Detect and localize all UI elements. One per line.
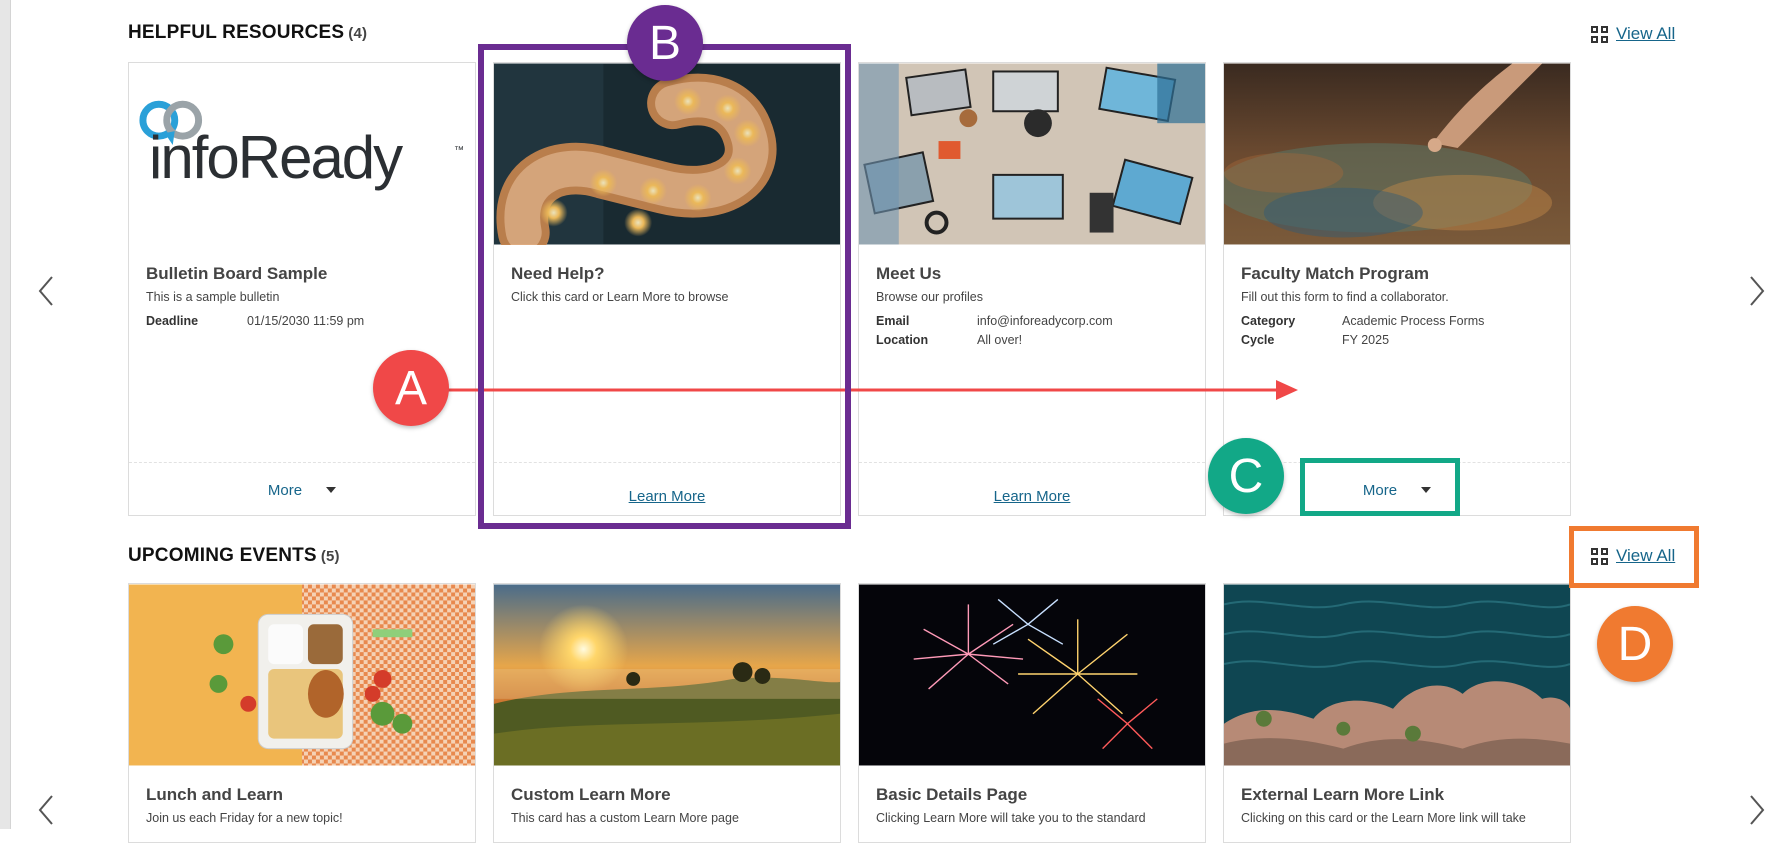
- meta-value: FY 2025: [1342, 333, 1390, 347]
- card-meta-row: Category Academic Process Forms: [1241, 314, 1484, 328]
- card-description: Browse our profiles: [876, 290, 983, 304]
- logo-text: infoReady: [149, 124, 403, 191]
- event-card-custom-learn-more[interactable]: Custom Learn More This card has a custom…: [493, 583, 841, 843]
- annotation-b-highlight-box: [478, 44, 851, 529]
- meta-key: Cycle: [1241, 333, 1275, 347]
- meta-key: Category: [1241, 314, 1296, 328]
- card-title: Custom Learn More: [511, 785, 671, 804]
- card-footer: More: [129, 463, 475, 515]
- resources-next-button[interactable]: [1741, 271, 1771, 311]
- meta-value: Academic Process Forms: [1342, 314, 1485, 328]
- meta-value: 01/15/2030 11:59 pm: [247, 314, 365, 328]
- resources-view-all-label: View All: [1616, 24, 1676, 43]
- caret-down-icon: [326, 487, 337, 493]
- card-title: Bulletin Board Sample: [146, 264, 328, 283]
- events-prev-button[interactable]: [32, 790, 62, 830]
- desk-laptops-image: [859, 63, 1205, 245]
- puzzle-image: [1224, 63, 1570, 245]
- card-title: Faculty Match Program: [1241, 264, 1429, 283]
- events-section-title: UPCOMING EVENTS (5): [128, 545, 340, 567]
- chevron-right-icon: [1750, 276, 1765, 306]
- resources-prev-button[interactable]: [32, 271, 62, 311]
- card-footer: Learn More: [859, 463, 1205, 515]
- card-meta-row: Location All over!: [876, 333, 1022, 347]
- card-description: Join us each Friday for a new topic!: [146, 811, 343, 825]
- card-title: Lunch and Learn: [146, 785, 283, 804]
- card-meta-row: Cycle FY 2025: [1241, 333, 1389, 347]
- annotation-b-label: B: [648, 16, 681, 70]
- card-description: Clicking on this card or the Learn More …: [1241, 811, 1526, 825]
- card-description: This is a sample bulletin: [146, 290, 280, 304]
- card-title: External Learn More Link: [1241, 785, 1445, 804]
- card-title: Meet Us: [876, 264, 942, 283]
- card-description: Fill out this form to find a collaborato…: [1241, 290, 1449, 304]
- card-title: Basic Details Page: [876, 785, 1028, 804]
- event-card-basic-details[interactable]: Basic Details Page Clicking Learn More w…: [858, 583, 1206, 843]
- annotation-b-badge: B: [627, 5, 703, 81]
- events-next-button[interactable]: [1741, 790, 1771, 830]
- events-count: (5): [320, 548, 340, 565]
- learn-more-link[interactable]: Learn More: [994, 488, 1071, 505]
- grid-icon: [1591, 25, 1608, 43]
- card-image-desk: [859, 63, 1205, 245]
- annotation-d-label: D: [1617, 617, 1653, 671]
- card-meta-row: Deadline 01/15/2030 11:59 pm: [146, 314, 364, 328]
- rocky-coast-image: [1224, 584, 1570, 766]
- annotation-c-badge: C: [1208, 438, 1284, 514]
- card-image-fireworks: [859, 584, 1205, 766]
- annotation-a-badge: A: [373, 350, 449, 426]
- card-description: Clicking Learn More will take you to the…: [876, 811, 1146, 825]
- card-logo-image: infoReady ™: [129, 63, 475, 245]
- food-tray-image: [129, 584, 475, 766]
- meta-value: info@inforeadycorp.com: [977, 314, 1113, 328]
- resource-card-faculty-match[interactable]: Faculty Match Program Fill out this form…: [1223, 62, 1571, 516]
- chevron-left-icon: [38, 795, 53, 825]
- chevron-right-icon: [1750, 795, 1765, 825]
- resource-card-bulletin[interactable]: infoReady ™ Bulletin Board Sample This i…: [128, 62, 476, 516]
- more-label: More: [267, 481, 303, 499]
- chevron-left-icon: [38, 276, 53, 306]
- logo-trademark: ™: [454, 145, 464, 156]
- card-description: This card has a custom Learn More page: [511, 811, 739, 825]
- meta-key: Email: [876, 314, 910, 328]
- event-card-lunch[interactable]: Lunch and Learn Join us each Friday for …: [128, 583, 476, 843]
- meta-key: Deadline: [146, 314, 199, 328]
- resources-count: (4): [348, 25, 368, 42]
- more-dropdown-button[interactable]: More: [267, 481, 337, 499]
- card-image-coast: [1224, 584, 1570, 766]
- card-image-food: [129, 584, 475, 766]
- card-meta-row: Email info@inforeadycorp.com: [876, 314, 1113, 328]
- sunset-image: [494, 584, 840, 766]
- left-edge-bar: [0, 0, 11, 829]
- resources-title-text: HELPFUL RESOURCES: [128, 22, 345, 43]
- events-title-text: UPCOMING EVENTS: [128, 545, 317, 566]
- annotation-c-highlight-box: [1300, 458, 1460, 516]
- annotation-d-highlight-box: [1569, 526, 1699, 588]
- fireworks-image: [859, 584, 1205, 766]
- annotation-d-badge: D: [1597, 606, 1673, 682]
- event-card-external-link[interactable]: External Learn More Link Clicking on thi…: [1223, 583, 1571, 843]
- resources-view-all-link[interactable]: View All: [1591, 24, 1675, 44]
- card-image-sunset: [494, 584, 840, 766]
- resource-card-meet-us[interactable]: Meet Us Browse our profiles Email info@in…: [858, 62, 1206, 516]
- annotation-c-label: C: [1228, 449, 1264, 503]
- meta-value: All over!: [977, 333, 1023, 347]
- card-image-puzzle: [1224, 63, 1570, 245]
- annotation-a-label: A: [394, 361, 427, 415]
- resources-section-title: HELPFUL RESOURCES (4): [128, 22, 367, 44]
- meta-key: Location: [876, 333, 929, 347]
